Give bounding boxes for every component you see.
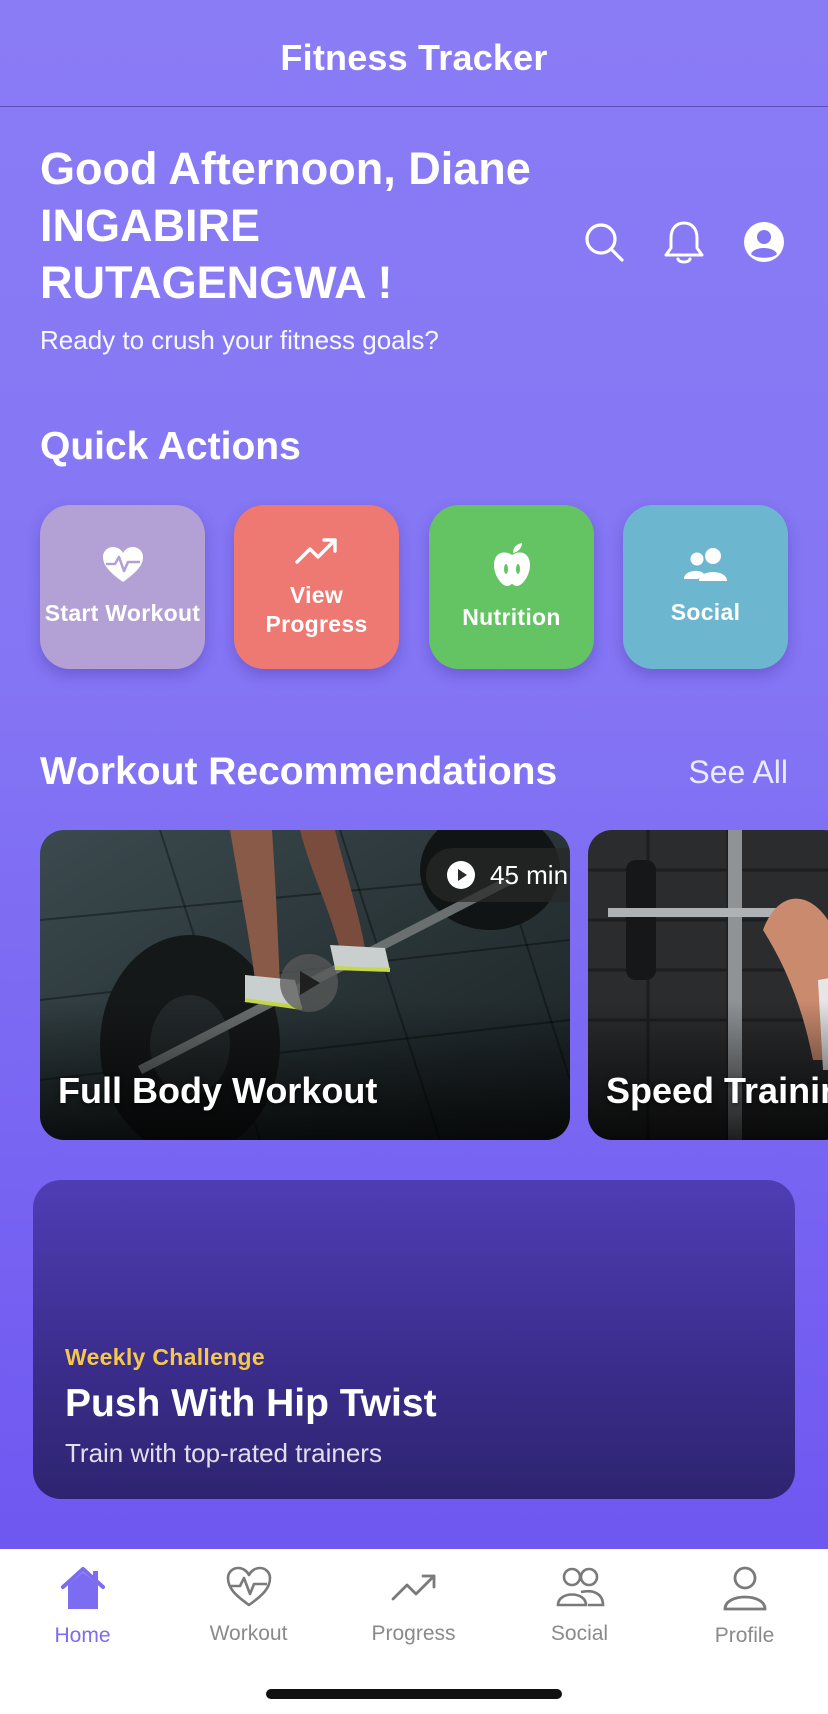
account-icon[interactable] (740, 218, 788, 266)
header-actions (580, 218, 790, 272)
start-workout-button[interactable]: Start Workout (40, 505, 205, 669)
tab-profile[interactable]: Profile (662, 1549, 827, 1659)
workout-card-speed-training[interactable]: Speed Training (588, 830, 828, 1140)
home-indicator (266, 1689, 562, 1699)
bell-icon[interactable] (660, 218, 708, 266)
home-icon (59, 1565, 107, 1616)
quick-actions-title: Quick Actions (40, 425, 301, 468)
view-progress-button[interactable]: View Progress (234, 505, 399, 669)
tab-social[interactable]: Social (497, 1549, 662, 1659)
weekly-challenge-card[interactable]: Weekly Challenge Push With Hip Twist Tra… (33, 1180, 795, 1499)
duration-badge: 45 min (426, 848, 570, 902)
see-all-link[interactable]: See All (688, 754, 788, 791)
challenge-title: Push With Hip Twist (65, 1382, 437, 1425)
play-icon[interactable] (280, 954, 338, 1012)
trending-up-icon (390, 1565, 438, 1614)
search-icon[interactable] (580, 218, 628, 266)
recommendations-title: Workout Recommendations (40, 750, 558, 793)
quick-action-label: Start Workout (44, 600, 201, 626)
quick-action-label: Nutrition (462, 604, 561, 630)
greeting-subtitle: Ready to crush your fitness goals? (40, 325, 439, 355)
apple-icon (491, 542, 533, 593)
heart-pulse-icon (101, 546, 145, 589)
challenge-kicker: Weekly Challenge (65, 1344, 265, 1370)
workout-card-title: Speed Training (606, 1070, 828, 1111)
nutrition-button[interactable]: Nutrition (429, 505, 594, 669)
duration-text: 45 min (490, 859, 569, 890)
quick-action-label: View Progress (265, 581, 368, 637)
person-icon (721, 1565, 769, 1616)
challenge-subtitle: Train with top-rated trainers (65, 1438, 382, 1468)
heart-pulse-icon (225, 1565, 273, 1614)
people-icon (682, 547, 730, 588)
tab-workout[interactable]: Workout (166, 1549, 331, 1659)
tab-label: Profile (714, 1624, 775, 1647)
play-circle-icon (446, 860, 476, 890)
quick-action-label: Social (670, 599, 741, 625)
tab-progress[interactable]: Progress (331, 1549, 496, 1659)
greeting-block: Good Afternoon, Diane INGABIRE RUTAGENGW… (40, 140, 580, 356)
people-icon (555, 1565, 605, 1614)
quick-actions-row: Start Workout View Progress Nutrition So… (40, 505, 788, 669)
tab-label: Home (54, 1624, 111, 1647)
tab-label: Workout (209, 1622, 288, 1645)
workout-card-title: Full Body Workout (58, 1070, 378, 1111)
tab-label: Progress (371, 1622, 456, 1645)
app-title: Fitness Tracker (280, 37, 548, 78)
social-button[interactable]: Social (623, 505, 788, 669)
app-header: Fitness Tracker (0, 0, 828, 107)
tab-label: Social (550, 1622, 609, 1645)
trending-up-icon (294, 536, 339, 571)
tab-home[interactable]: Home (0, 1549, 165, 1659)
greeting-title: Good Afternoon, Diane INGABIRE RUTAGENGW… (40, 143, 531, 308)
workout-card-full-body[interactable]: 45 min Full Body Workout (40, 830, 570, 1140)
